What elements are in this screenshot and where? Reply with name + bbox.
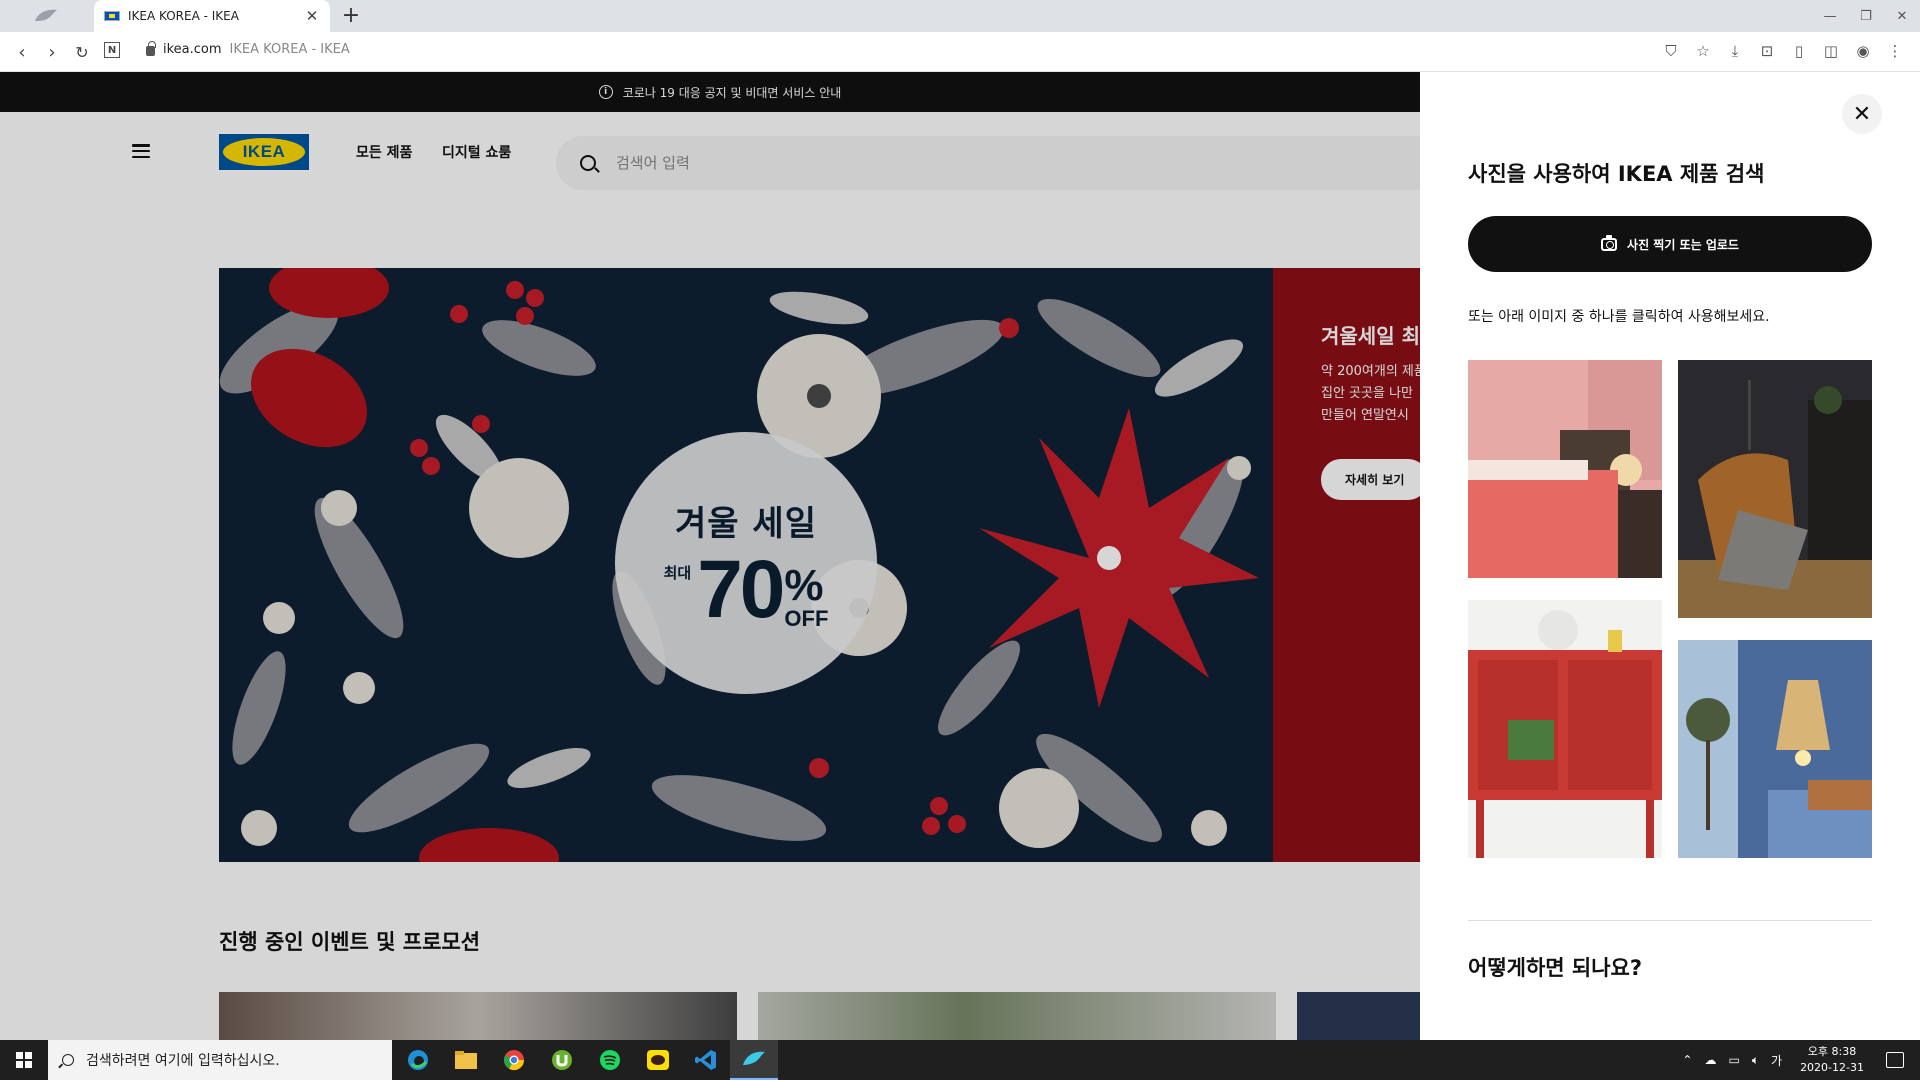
web-page: i 코로나 19 대응 공지 및 비대면 서비스 안내 IKEA 모든 제품 디… [0,72,1920,1040]
taskbar-search[interactable]: 검색하려면 여기에 입력하십시오. [48,1040,392,1080]
volume-icon[interactable]: 🔈︎ [1752,1053,1759,1068]
tab-title: IKEA KOREA - IKEA [128,9,239,23]
shield-icon[interactable]: ⛉ [1660,40,1682,62]
tab-close-icon[interactable]: ✕ [304,7,320,25]
modal-backdrop[interactable] [0,72,1420,1040]
vscode-app-icon[interactable] [682,1040,730,1080]
close-panel-button[interactable]: ✕ [1842,94,1882,134]
panel-divider [1468,920,1872,921]
onedrive-icon[interactable]: ☁ [1704,1053,1716,1067]
upload-button-label: 사진 찍기 또는 업로드 [1627,237,1739,252]
how-to-heading: 어떻게하면 되나요? [1468,956,1643,980]
url-host: ikea.com [163,42,222,57]
sample-image-blue-bedroom[interactable] [1678,640,1872,858]
menu-dots-icon[interactable]: ⋮ [1884,40,1906,62]
windows-logo-icon [16,1052,32,1068]
browser-tab-bar: IKEA KOREA - IKEA ✕ + — ❐ ✕ [0,0,1920,32]
whale-browser-icon [35,9,57,21]
url-field[interactable]: ikea.com IKEA KOREA - IKEA [146,41,350,57]
taskbar-search-placeholder: 검색하려면 여기에 입력하십시오. [86,1053,280,1069]
profile-icon[interactable]: ◉ [1852,40,1874,62]
camera-icon [1601,234,1618,251]
visual-search-panel: ✕ 사진을 사용하여 IKEA 제품 검색 사진 찍기 또는 업로드 또는 아래… [1420,72,1920,1040]
panel-subtitle: 또는 아래 이미지 중 하나를 클릭하여 사용해보세요. [1468,309,1770,325]
minimize-icon[interactable]: — [1812,0,1848,32]
download-icon[interactable]: ⤓ [1724,40,1746,62]
window-controls: — ❐ ✕ [1812,0,1920,32]
windows-taskbar: 검색하려면 여기에 입력하십시오. ⌃ ☁ ▭ 🔈︎ 가 오후 8:38 202… [0,1040,1920,1080]
system-tray: ⌃ ☁ ▭ 🔈︎ 가 오후 8:38 2020-12-31 [1682,1040,1864,1080]
file-explorer-icon[interactable] [442,1040,490,1080]
browser-tab-active[interactable]: IKEA KOREA - IKEA ✕ [94,0,330,32]
notification-center-icon[interactable] [1886,1052,1904,1068]
url-page-title: IKEA KOREA - IKEA [229,42,350,57]
chrome-app-icon[interactable] [490,1040,538,1080]
clock-time: 오후 8:38 [1807,1045,1857,1058]
clock[interactable]: 오후 8:38 2020-12-31 [1800,1044,1864,1076]
panel-title: 사진을 사용하여 IKEA 제품 검색 [1468,162,1765,186]
reader-icon[interactable]: ▯ [1788,40,1810,62]
screenshot-icon[interactable]: ⊡ [1756,40,1778,62]
upload-photo-button[interactable]: 사진 찍기 또는 업로드 [1468,216,1872,272]
new-tab-button[interactable]: + [338,3,364,28]
ime-indicator[interactable]: 가 [1771,1052,1782,1069]
search-icon [62,1054,74,1066]
kakaotalk-app-icon[interactable] [634,1040,682,1080]
browser-tab-pinned[interactable] [0,0,92,32]
naver-extension-icon[interactable]: N [104,42,120,58]
tray-chevron-icon[interactable]: ⌃ [1682,1053,1692,1067]
spotify-app-icon[interactable] [586,1040,634,1080]
korea-flag-icon [104,11,120,21]
sample-image-lounge-chair[interactable] [1678,360,1872,618]
edge-app-icon[interactable] [394,1040,442,1080]
reload-icon[interactable]: ↻ [70,40,94,64]
sample-image-red-cabinet[interactable] [1468,600,1662,858]
back-icon[interactable]: ‹ [10,40,34,64]
clock-date: 2020-12-31 [1800,1061,1864,1074]
network-icon[interactable]: ▭ [1728,1053,1739,1067]
forward-icon[interactable]: › [40,40,64,64]
whale-browser-app-icon[interactable] [730,1040,778,1080]
close-window-icon[interactable]: ✕ [1884,0,1920,32]
browser-toolbar-right: ⛉ ☆ ⤓ ⊡ ▯ ◫ ◉ ⋮ [1660,40,1906,62]
sidebar-icon[interactable]: ◫ [1820,40,1842,62]
maximize-icon[interactable]: ❐ [1848,0,1884,32]
lock-icon [146,41,156,56]
utorrent-app-icon[interactable] [538,1040,586,1080]
bookmark-star-icon[interactable]: ☆ [1692,40,1714,62]
sample-image-bedroom-pink[interactable] [1468,360,1662,578]
start-button[interactable] [0,1040,48,1080]
